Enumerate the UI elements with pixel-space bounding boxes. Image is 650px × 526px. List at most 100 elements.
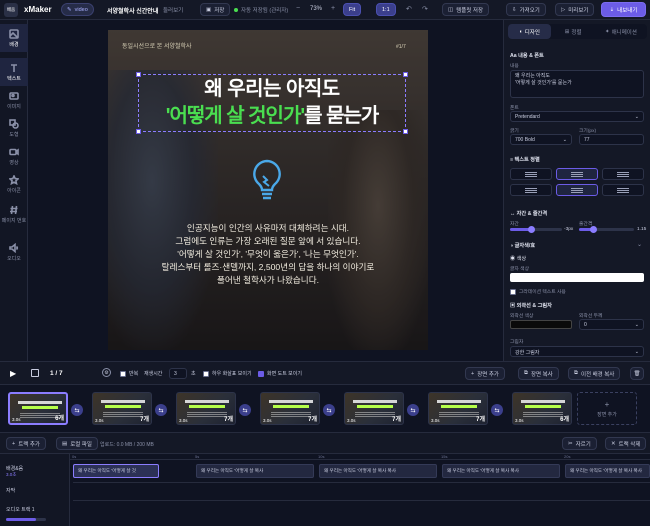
sidebar-item-icon[interactable]: 아이콘 — [0, 170, 28, 198]
scene-thumbnail[interactable]: 3.0s 6개 — [512, 392, 572, 425]
gradient-checkbox[interactable]: 그라데이션 텍스트 사용 — [510, 288, 566, 295]
track1-sub: 3.0초 — [6, 472, 17, 477]
align-center-button[interactable] — [556, 168, 598, 180]
scene-thumbnail[interactable]: 3.0s 7개 — [428, 392, 488, 425]
sidebar-item-text[interactable]: 텍스트 — [0, 58, 28, 86]
valign-top-icon — [525, 187, 537, 193]
letter-spacing-label: 자간 — [510, 222, 519, 227]
stroke-color-swatch[interactable] — [510, 320, 572, 329]
scene-thumbnail[interactable]: 3.0s 7개 — [176, 392, 236, 425]
checkbox-checked-icon[interactable] — [258, 370, 264, 377]
text-color-swatch[interactable] — [510, 273, 644, 282]
slide-body-line: 풀어낸 철학사가 나왔습니다. — [216, 275, 320, 285]
checkbox-icon[interactable] — [510, 288, 516, 295]
transition-link-icon[interactable]: ⇆ — [407, 404, 419, 416]
resize-handle[interactable] — [403, 129, 408, 134]
slide-canvas[interactable]: 동일시선으로 본 서양철학사 #1/7 왜 우리는 아직도 '어떻게 살 것인가… — [108, 30, 428, 350]
top-toolbar: 배움 xMaker ✎ video 서양철학사 신간안내 둘러보기 ▣ 저장 자동 … — [0, 0, 650, 20]
timeline-clip[interactable]: 왜 우리는 아직도 '어떻게 살 복사 복사 — [442, 464, 560, 478]
mode-badge[interactable]: ✎ video — [61, 3, 94, 16]
resize-handle[interactable] — [136, 129, 141, 134]
size-input[interactable]: 77 — [579, 134, 644, 145]
project-title[interactable]: 서양철학사 신간안내 — [107, 6, 158, 15]
slide-page-number: #1/7 — [396, 44, 406, 50]
font-icon: Aa — [510, 53, 519, 59]
scene-thumbnail[interactable]: 3.0s 7개 — [92, 392, 152, 425]
undo-icon[interactable]: ↶ — [406, 5, 412, 13]
import-icon: ⇩ — [512, 6, 517, 13]
font-select[interactable]: Pretendard ⌄ — [510, 111, 644, 122]
volume-slider[interactable] — [6, 518, 46, 521]
cut-button[interactable]: ✂ 자르기 — [562, 437, 597, 450]
local-file-button[interactable]: ▤ 로컬 파일 — [56, 437, 98, 450]
transition-link-icon[interactable]: ⇆ — [71, 404, 83, 416]
timeline-clip[interactable]: 왜 우리는 아직도 '어떻게 살 복사 복사 — [565, 464, 650, 478]
timeline-clip[interactable]: 왜 우리는 아직도 '어떻게 살 것 — [73, 464, 159, 478]
settings-icon[interactable]: ⚙ — [102, 368, 111, 377]
checkbox-icon[interactable] — [203, 370, 209, 377]
caption-toggle[interactable]: 하우 화살표 보이기 — [203, 370, 252, 377]
sidebar-item-background[interactable]: 배경 — [0, 24, 28, 52]
transition-link-icon[interactable]: ⇆ — [239, 404, 251, 416]
tab-align[interactable]: ⊞ 정렬 — [551, 24, 594, 39]
weight-select[interactable]: 700 Bold ⌄ — [510, 134, 572, 145]
preview-button[interactable]: ▷ 미리보기 — [555, 3, 595, 16]
sidebar-item-shape[interactable]: 도형 — [0, 114, 28, 142]
add-scene-tile[interactable]: + 장면 추가 — [577, 392, 637, 425]
sidebar-item-image[interactable]: 이미지 — [0, 86, 28, 114]
tab-design[interactable]: ◐ 디자인 — [508, 24, 552, 39]
transition-link-icon[interactable]: ⇆ — [323, 404, 335, 416]
repeat-toggle[interactable]: 반복 — [120, 370, 138, 377]
valign-bottom-button[interactable] — [602, 184, 644, 196]
timeline-clip[interactable]: 왜 우리는 아직도 '어떻게 살 복사 복사 — [319, 464, 437, 478]
slide-body-line: 인공지능이 인간의 사유마저 대체하려는 시대. — [186, 223, 350, 233]
scene-thumbnail[interactable]: 3.0s 7개 — [260, 392, 320, 425]
redo-icon[interactable]: ↷ — [422, 5, 428, 13]
zoom-out-button[interactable]: − — [296, 5, 300, 12]
scene-thumbnail[interactable]: 3.0s 6개 — [8, 392, 68, 425]
fit-button[interactable]: Fit — [343, 3, 362, 16]
playtime-input[interactable]: 3 — [169, 368, 187, 379]
zoom-in-button[interactable]: + — [331, 5, 335, 12]
sidebar-item-video[interactable]: 영상 — [0, 142, 28, 170]
letter-spacing-slider[interactable] — [510, 226, 562, 233]
stroke-width-input[interactable]: 0 ⌄ — [579, 319, 644, 330]
slider-handle[interactable] — [528, 226, 535, 233]
browse-menu[interactable]: 둘러보기 — [163, 6, 183, 14]
ratio-button[interactable]: 1:1 — [376, 3, 396, 16]
export-button[interactable]: ⇣ 내보내기 — [601, 2, 646, 17]
play-icon[interactable]: ▶ — [10, 369, 16, 378]
stop-icon[interactable] — [31, 369, 39, 377]
delete-track-button[interactable]: ✕ 트랙 삭제 — [605, 437, 647, 450]
transition-link-icon[interactable]: ⇆ — [491, 404, 503, 416]
timeline-clip[interactable]: 왜 우리는 아직도 '어떻게 살 복사 — [196, 464, 314, 478]
line-height-slider[interactable] — [579, 226, 634, 233]
content-textarea[interactable]: 왜 우리는 아직도 '어떻게 살 것인가'를 묻는가 — [510, 70, 644, 98]
align-right-button[interactable] — [602, 168, 644, 180]
copy-scene-button[interactable]: ⧉ 장면 복사 — [518, 367, 559, 380]
app-logo: 배움 — [4, 3, 18, 17]
sidebar-item-page-number[interactable]: 페이지 번호 — [0, 200, 28, 228]
tab-animation[interactable]: ✦ 애니메이션 — [595, 24, 647, 39]
transition-link-icon[interactable]: ⇆ — [155, 404, 167, 416]
scene-thumbnail[interactable]: 3.0s 7개 — [344, 392, 404, 425]
slider-handle[interactable] — [590, 226, 597, 233]
add-track-button[interactable]: + 트랙 추가 — [6, 437, 46, 450]
add-scene-button[interactable]: + 장면 추가 — [465, 367, 505, 380]
import-button[interactable]: ⇩ 가져오기 — [506, 3, 546, 16]
valign-top-button[interactable] — [510, 184, 552, 196]
trash-icon: 🗑 — [633, 370, 641, 377]
transition-toggle[interactable]: 화면 도트 보이기 — [258, 370, 302, 377]
save-button[interactable]: ▣ 저장 — [200, 3, 231, 16]
template-save-button[interactable]: ◫ 템플릿 저장 — [442, 3, 490, 16]
shadow-select[interactable]: 강한 그림자 ⌄ — [510, 346, 644, 357]
photo-icon — [9, 91, 19, 100]
checkbox-icon[interactable] — [120, 370, 126, 377]
valign-middle-button[interactable] — [556, 184, 598, 196]
prev-bg-copy-button[interactable]: ⧉ 이전 배경 복사 — [568, 367, 621, 380]
chevron-down-icon[interactable]: ⌄ — [637, 241, 642, 248]
align-left-button[interactable] — [510, 168, 552, 180]
delete-scene-button[interactable]: 🗑 — [630, 367, 644, 380]
align-section-title: ≡ 텍스트 정렬 — [510, 157, 540, 163]
sidebar-item-audio[interactable]: 오디오 — [0, 238, 28, 266]
